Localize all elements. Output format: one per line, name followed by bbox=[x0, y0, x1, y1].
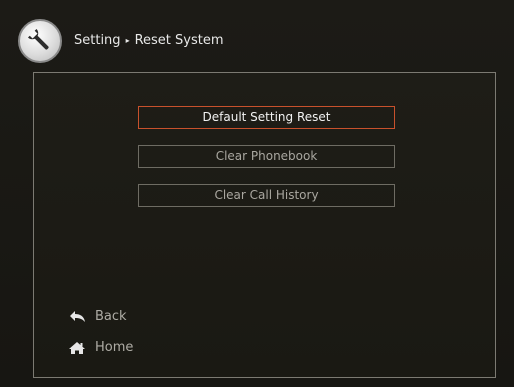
clear-phonebook-button[interactable]: Clear Phonebook bbox=[138, 145, 395, 168]
back-arrow-icon bbox=[70, 310, 85, 322]
home-label: Home bbox=[95, 340, 134, 355]
home-button[interactable]: Home bbox=[68, 340, 133, 355]
header: Setting ▸ Reset System bbox=[0, 0, 514, 63]
breadcrumb-separator: ▸ bbox=[125, 36, 130, 45]
home-icon bbox=[69, 341, 85, 354]
wrench-icon bbox=[18, 19, 62, 63]
breadcrumb-setting[interactable]: Setting bbox=[74, 33, 121, 48]
back-button[interactable]: Back bbox=[68, 309, 127, 324]
breadcrumb-reset-system: Reset System bbox=[134, 33, 224, 48]
default-setting-reset-button[interactable]: Default Setting Reset bbox=[138, 106, 395, 129]
screen: Setting ▸ Reset System Default Setting R… bbox=[0, 0, 514, 387]
breadcrumb: Setting ▸ Reset System bbox=[74, 33, 224, 48]
clear-call-history-button[interactable]: Clear Call History bbox=[138, 184, 395, 207]
reset-system-panel: Default Setting Reset Clear Phonebook Cl… bbox=[33, 72, 496, 378]
back-label: Back bbox=[95, 309, 127, 324]
